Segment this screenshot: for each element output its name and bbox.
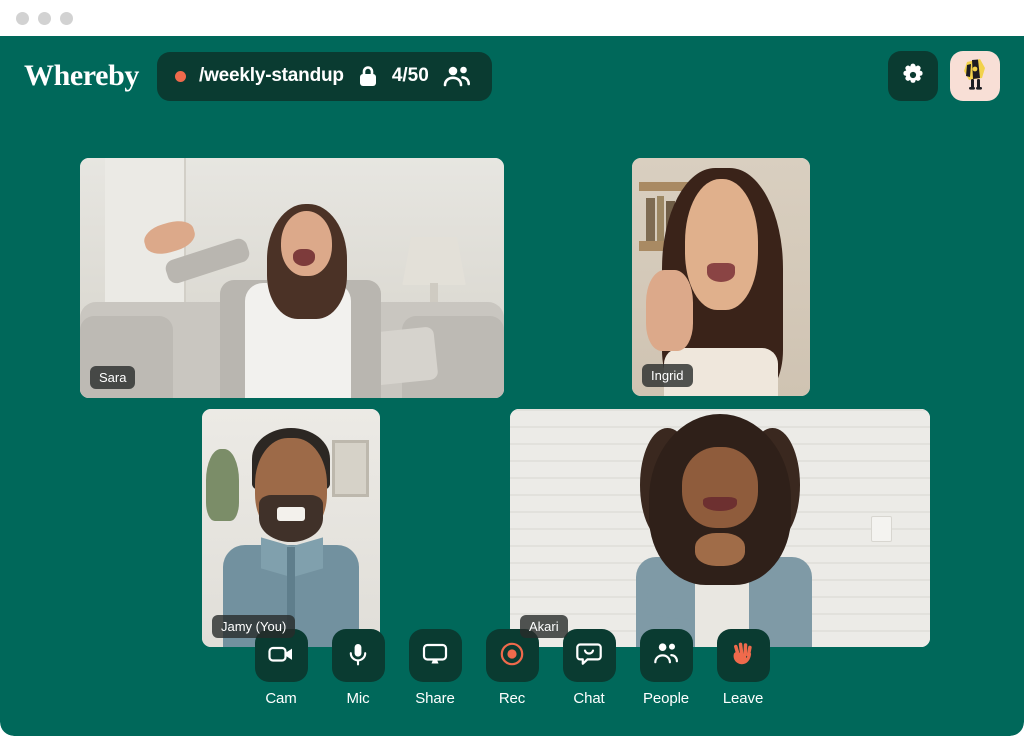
chat-bubble-icon [574, 639, 604, 672]
participant-name-badge: Ingrid [642, 364, 693, 387]
camera-icon [266, 639, 296, 672]
toolbar-item-share[interactable]: Share [408, 629, 462, 707]
video-stream-sara [80, 158, 504, 398]
person-face [281, 210, 333, 276]
scene-plant [205, 449, 240, 521]
scene-lamp-shade [402, 237, 466, 286]
people-label: People [642, 690, 690, 707]
window-maximize-dot[interactable] [60, 11, 73, 25]
microphone-icon [343, 639, 373, 672]
toolbar-item-cam[interactable]: Cam [254, 629, 308, 707]
video-tile-akari[interactable]: Akari [510, 409, 930, 647]
scene-book [646, 198, 656, 242]
window-titlebar [0, 0, 1024, 36]
person-mouth [706, 262, 736, 282]
person-hand [694, 532, 746, 567]
leave-label: Leave [722, 690, 764, 707]
scene-picture-frame [331, 439, 370, 498]
mic-label: Mic [346, 690, 370, 707]
video-tile-sara[interactable]: Sara [80, 158, 504, 398]
toolbar-item-people[interactable]: People [639, 629, 693, 707]
people-icon [651, 639, 681, 672]
share-label: Share [415, 690, 455, 707]
share-button[interactable] [408, 629, 462, 682]
chat-label: Chat [573, 690, 605, 707]
participant-name-badge: Jamy (You) [212, 615, 296, 638]
scene-book [656, 196, 665, 242]
cam-label: Cam [265, 690, 297, 707]
participant-name-badge: Akari [520, 615, 568, 638]
participant-name-badge: Sara [90, 366, 136, 389]
toolbar-item-leave[interactable]: Leave [716, 629, 770, 707]
screen-share-icon [420, 639, 450, 672]
video-tile-ingrid[interactable]: Ingrid [632, 158, 810, 396]
video-stream-akari [510, 409, 930, 647]
people-button[interactable] [639, 629, 693, 682]
app-window: Whereby /weekly-standup 4/50 Sara Ingrid… [0, 0, 1024, 736]
mic-button[interactable] [331, 629, 385, 682]
person-face [685, 179, 759, 311]
chat-button[interactable] [562, 629, 616, 682]
person-waving-hand [646, 269, 693, 351]
rec-label: Rec [498, 690, 526, 707]
video-stream-ingrid [632, 158, 810, 396]
toolbar-item-rec[interactable]: Rec [485, 629, 539, 707]
scene-light-switch [871, 516, 893, 543]
toolbar-item-mic[interactable]: Mic [331, 629, 385, 707]
video-stream-jamy [202, 409, 380, 647]
meeting-stage: Whereby /weekly-standup 4/50 Sara Ingrid… [0, 36, 1024, 736]
person-face [682, 447, 758, 528]
video-tile-jamy[interactable]: Jamy (You) [202, 409, 380, 647]
meeting-toolbar: Cam Mic Share Rec Chat People Leave [0, 629, 1024, 707]
window-close-dot[interactable] [16, 11, 29, 25]
video-grid: Sara Ingrid Jamy (You) Akari [0, 36, 1024, 656]
toolbar-item-chat[interactable]: Chat [562, 629, 616, 707]
record-icon [497, 639, 527, 672]
leave-button[interactable] [716, 629, 770, 682]
person-smile [276, 506, 306, 521]
waving-hand-icon [728, 639, 758, 672]
window-minimize-dot[interactable] [38, 11, 51, 25]
